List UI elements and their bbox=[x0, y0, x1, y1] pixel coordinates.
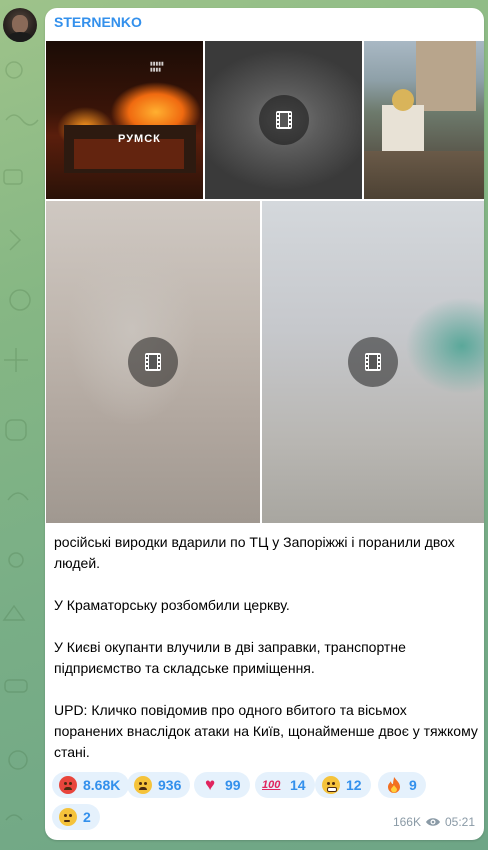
media-photo-destroyed-church[interactable] bbox=[364, 41, 484, 199]
media-video-blurred-1[interactable] bbox=[205, 41, 362, 199]
message-time: 05:21 bbox=[444, 815, 475, 829]
reaction-count: 8.68K bbox=[83, 777, 121, 793]
reaction-grimacing[interactable]: 12 bbox=[315, 772, 371, 798]
reaction-heart[interactable]: ♥ 99 bbox=[194, 772, 250, 798]
reaction-count: 936 bbox=[158, 777, 182, 793]
reaction-thinking[interactable]: 2 bbox=[52, 804, 100, 830]
film-icon[interactable] bbox=[348, 337, 398, 387]
message-paragraph: У Краматорську розбомбили церкву. bbox=[54, 597, 290, 613]
reaction-count: 99 bbox=[225, 777, 241, 793]
reaction-angry[interactable]: 8.68K bbox=[52, 772, 130, 798]
reaction-fire[interactable]: 9 bbox=[378, 772, 426, 798]
message-paragraph: російські виродки вдарили по ТЦ у Запорі… bbox=[54, 534, 455, 571]
message-paragraph: UPD: Кличко повідомив про одного вбитого… bbox=[54, 702, 478, 760]
red-heart-icon: ♥ bbox=[204, 775, 216, 794]
view-count: 166K bbox=[392, 815, 421, 829]
angry-face-icon bbox=[59, 776, 77, 794]
reaction-count: 14 bbox=[290, 777, 306, 793]
crying-face-icon bbox=[134, 776, 152, 794]
reaction-count: 12 bbox=[346, 777, 362, 793]
film-icon[interactable] bbox=[128, 337, 178, 387]
message-text: російські виродки вдарили по ТЦ у Запорі… bbox=[54, 532, 478, 763]
message-paragraph: У Києві окупанти влучили в дві заправки,… bbox=[54, 639, 406, 676]
photo-watermark: ▮▮▮▮▮ ▮▮▮▮ bbox=[150, 61, 164, 73]
message-meta: 166K 05:21 bbox=[393, 815, 475, 829]
media-video-blurred-2[interactable] bbox=[46, 201, 260, 523]
hundred-points-icon: 100 bbox=[262, 779, 281, 791]
mall-sign-text: РУМСК bbox=[118, 133, 161, 145]
media-photo-mall-fire[interactable]: РУМСК ▮▮▮▮▮ ▮▮▮▮ bbox=[46, 41, 203, 199]
fire-icon bbox=[385, 776, 403, 794]
message-bubble: STERNENKO РУМСК ▮▮▮▮▮ ▮▮▮▮ російські виро… bbox=[45, 8, 484, 840]
channel-name[interactable]: STERNENKO bbox=[54, 14, 142, 30]
channel-avatar[interactable] bbox=[3, 8, 37, 42]
media-video-blurred-3[interactable] bbox=[262, 201, 484, 523]
thinking-face-icon bbox=[59, 808, 77, 826]
reaction-crying[interactable]: 936 bbox=[127, 772, 191, 798]
reaction-hundred[interactable]: 100 14 bbox=[255, 772, 315, 798]
eye-icon bbox=[425, 816, 441, 828]
grimacing-face-icon bbox=[322, 776, 340, 794]
reaction-count: 2 bbox=[83, 809, 91, 825]
film-icon[interactable] bbox=[259, 95, 309, 145]
reaction-count: 9 bbox=[409, 777, 417, 793]
